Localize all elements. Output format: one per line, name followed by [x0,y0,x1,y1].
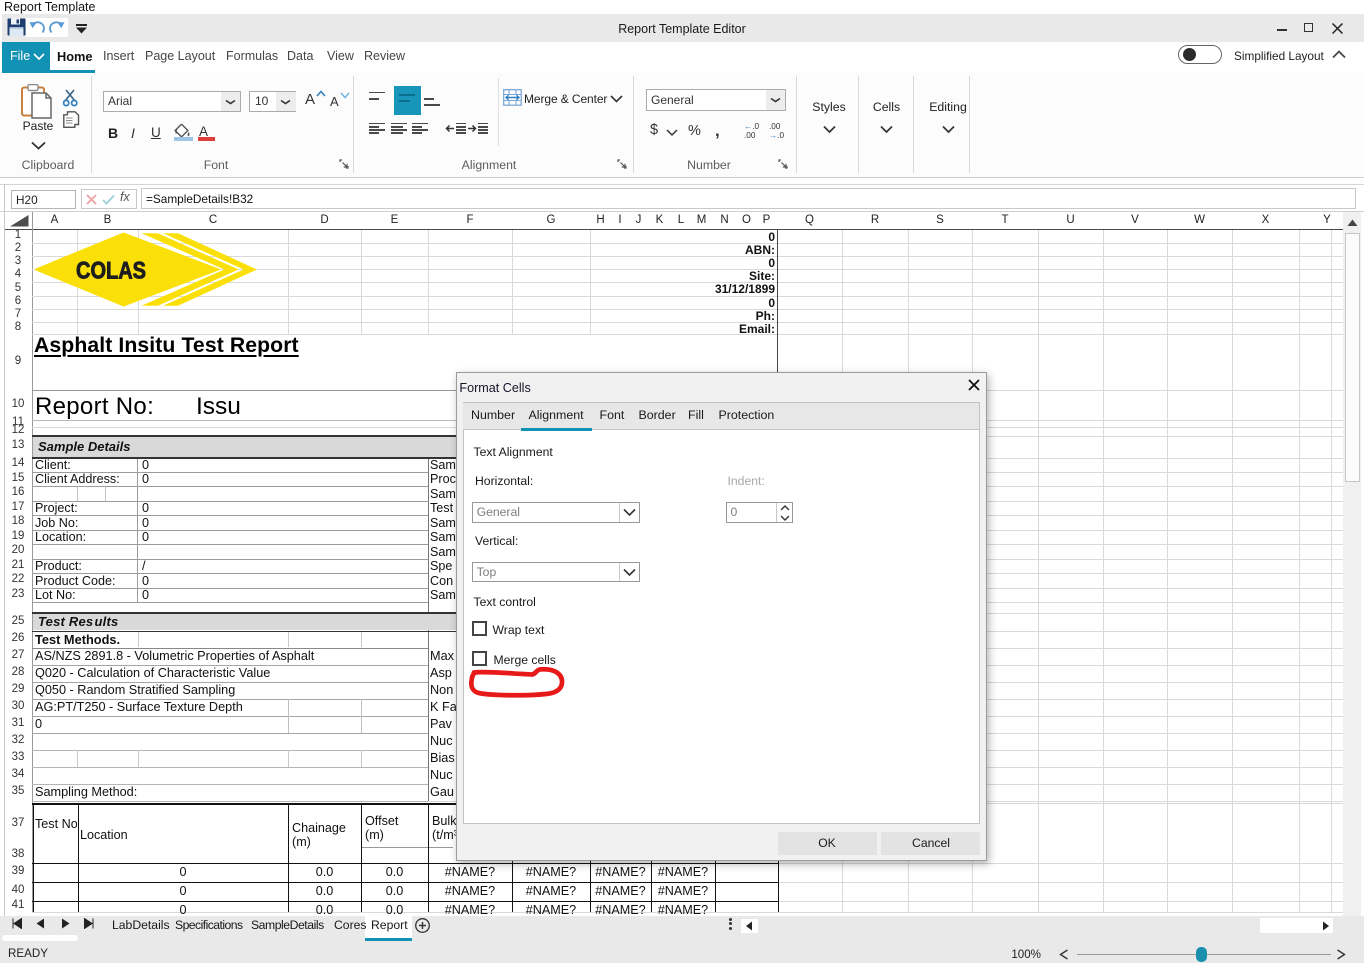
svg-text:COLAS: COLAS [76,258,146,285]
